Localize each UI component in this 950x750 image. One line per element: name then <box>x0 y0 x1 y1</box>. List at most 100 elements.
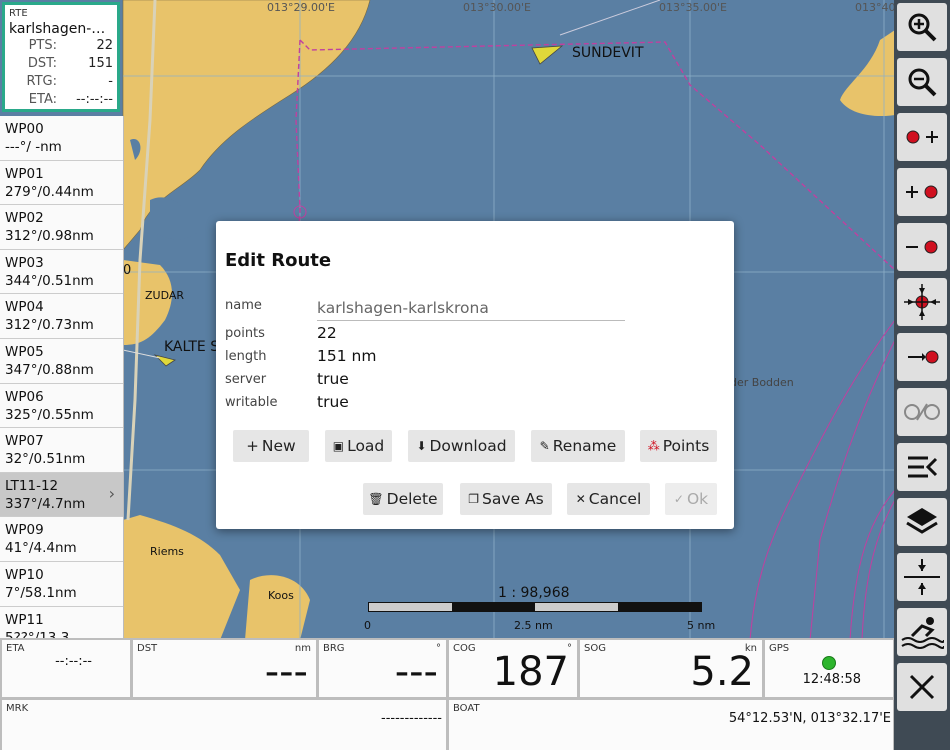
route-info-panel[interactable]: RTE karlshagen-ka… PTS: 22 DST: 151 RTG: - … <box>2 2 120 112</box>
check-icon: ✓ <box>673 492 684 506</box>
longitude-label-2: 013°30.00'E <box>463 1 531 14</box>
scale-tick-0: 0 <box>364 619 371 632</box>
cog-widget[interactable]: COG ° 187 <box>449 640 577 697</box>
map-label-riems: Riems <box>150 545 184 558</box>
points-icon: ⁂ <box>647 439 660 453</box>
dialog-title: Edit Route <box>225 250 332 271</box>
cancel-button[interactable]: ✕ Cancel <box>567 483 650 515</box>
sog-widget[interactable]: SOG kn 5.2 <box>580 640 762 697</box>
zoom-out-button[interactable] <box>897 58 947 106</box>
list-item[interactable]: WP07 32°/0.51nm <box>0 428 123 473</box>
delete-button[interactable]: 🗑 Delete <box>363 483 443 515</box>
route-list-icon <box>908 456 938 478</box>
new-button[interactable]: + New <box>233 430 309 462</box>
toggle-icon <box>904 403 940 421</box>
center-boat-button[interactable] <box>897 553 947 601</box>
mrk-widget[interactable]: MRK ------------- <box>2 700 446 750</box>
list-item[interactable]: WP06 325°/0.55nm <box>0 384 123 429</box>
route-eta-row: ETA: --:--:-- <box>28 92 113 107</box>
anchor-watch-button[interactable] <box>897 608 947 656</box>
route-name: karlshagen-ka… <box>9 21 113 37</box>
list-item-active[interactable]: LT11-12 337°/4.7nm › <box>0 472 123 518</box>
gps-widget[interactable]: GPS 12:48:58 <box>765 640 893 697</box>
map-label-sundevit: SUNDEVIT <box>572 45 644 61</box>
list-item[interactable]: WP04 312°/0.73nm <box>0 294 123 339</box>
name-label: name <box>225 298 262 313</box>
gps-status-icon <box>822 656 836 670</box>
route-name-input[interactable] <box>317 296 625 321</box>
delete-waypoint-icon <box>906 240 938 254</box>
download-icon: ⬇ <box>416 439 427 453</box>
delete-waypoint-button[interactable] <box>897 223 947 271</box>
scale-ratio: 1 : 98,968 <box>498 585 570 601</box>
copy-icon: ❐ <box>468 492 480 506</box>
add-waypoint-before-icon <box>906 130 938 144</box>
route-pts-row: PTS: 22 <box>28 38 113 53</box>
eta-widget[interactable]: ETA --:--:-- <box>2 640 130 697</box>
longitude-label-1: 013°29.00'E <box>267 1 335 14</box>
longitude-label-4: 013°40 <box>855 1 896 14</box>
scale-bar <box>368 602 702 612</box>
goto-waypoint-button[interactable] <box>897 333 947 381</box>
waypoint-list[interactable]: WP00 ---°/ -nm WP01 279°/0.44nm WP02 312°/0… <box>0 116 124 638</box>
zoom-in-button[interactable] <box>897 3 947 51</box>
toggle-button[interactable] <box>897 388 947 436</box>
length-label: length <box>225 349 267 364</box>
list-item[interactable]: WP11 5??°/13.3 <box>0 607 123 638</box>
points-button[interactable]: ⁂ Points <box>640 430 717 462</box>
plus-icon: + <box>246 437 259 455</box>
list-item[interactable]: WP01 279°/0.44nm <box>0 161 123 206</box>
rename-button[interactable]: ✎ Rename <box>531 430 625 462</box>
dst-widget[interactable]: DST nm --- <box>133 640 316 697</box>
download-button[interactable]: ⬇ Download <box>408 430 515 462</box>
route-rtg-row: RTG: - <box>26 74 113 89</box>
route-dst-row: DST: 151 <box>27 56 113 71</box>
brg-widget[interactable]: BRG ° --- <box>319 640 446 697</box>
scale-tick-end: 5 nm <box>687 619 716 632</box>
route-label: RTE <box>9 8 28 19</box>
add-waypoint-after-button[interactable] <box>897 168 947 216</box>
map-label-koos: Koos <box>268 589 294 602</box>
right-toolbar <box>894 0 950 750</box>
map-label-kalte: KALTE S <box>164 339 220 355</box>
center-boat-icon <box>904 559 940 595</box>
zoom-out-icon <box>908 68 937 97</box>
writable-label: writable <box>225 395 278 410</box>
ok-button[interactable]: ✓ Ok <box>665 483 717 515</box>
instrument-panel: ETA --:--:-- DST nm --- BRG ° --- COG ° 187… <box>0 638 894 750</box>
add-waypoint-before-button[interactable] <box>897 113 947 161</box>
chevron-right-icon: › <box>108 483 115 503</box>
server-value: true <box>317 370 349 388</box>
list-item[interactable]: WP00 ---°/ -nm <box>0 116 123 161</box>
server-label: server <box>225 372 267 387</box>
list-item[interactable]: WP10 7°/58.1nm <box>0 562 123 607</box>
length-value: 151 nm <box>317 347 377 365</box>
zoom-in-icon <box>908 13 937 42</box>
center-target-button[interactable] <box>897 278 947 326</box>
list-item[interactable]: WP05 347°/0.88nm <box>0 339 123 384</box>
list-item[interactable]: WP02 312°/0.98nm <box>0 205 123 250</box>
list-item[interactable]: WP03 344°/0.51nm <box>0 250 123 295</box>
boat-widget[interactable]: BOAT 54°12.53'N, 013°32.17'E <box>449 700 893 750</box>
close-icon <box>909 674 935 700</box>
map-label-bodden: der Bodden <box>730 376 794 389</box>
center-target-icon <box>904 284 940 320</box>
edit-route-dialog: Edit Route name points 22 length 151 nm … <box>216 221 734 529</box>
pencil-icon: ✎ <box>539 439 550 453</box>
trash-icon: 🗑 <box>368 492 384 506</box>
layers-button[interactable] <box>897 498 947 546</box>
save-as-button[interactable]: ❐ Save As <box>460 483 552 515</box>
list-item[interactable]: WP09 41°/4.4nm <box>0 517 123 562</box>
close-button[interactable] <box>897 663 947 711</box>
route-list-button[interactable] <box>897 443 947 491</box>
layers-icon <box>906 508 938 534</box>
points-value: 22 <box>317 324 337 342</box>
writable-value: true <box>317 393 349 411</box>
floppy-icon: ▣ <box>332 439 345 453</box>
load-button[interactable]: ▣ Load <box>325 430 392 462</box>
close-icon: ✕ <box>575 492 586 506</box>
map-label-zero: 0 <box>123 263 132 278</box>
map-label-zudar: ZUDAR <box>145 289 185 302</box>
scale-tick-mid: 2.5 nm <box>514 619 553 632</box>
add-waypoint-after-icon <box>906 185 938 199</box>
